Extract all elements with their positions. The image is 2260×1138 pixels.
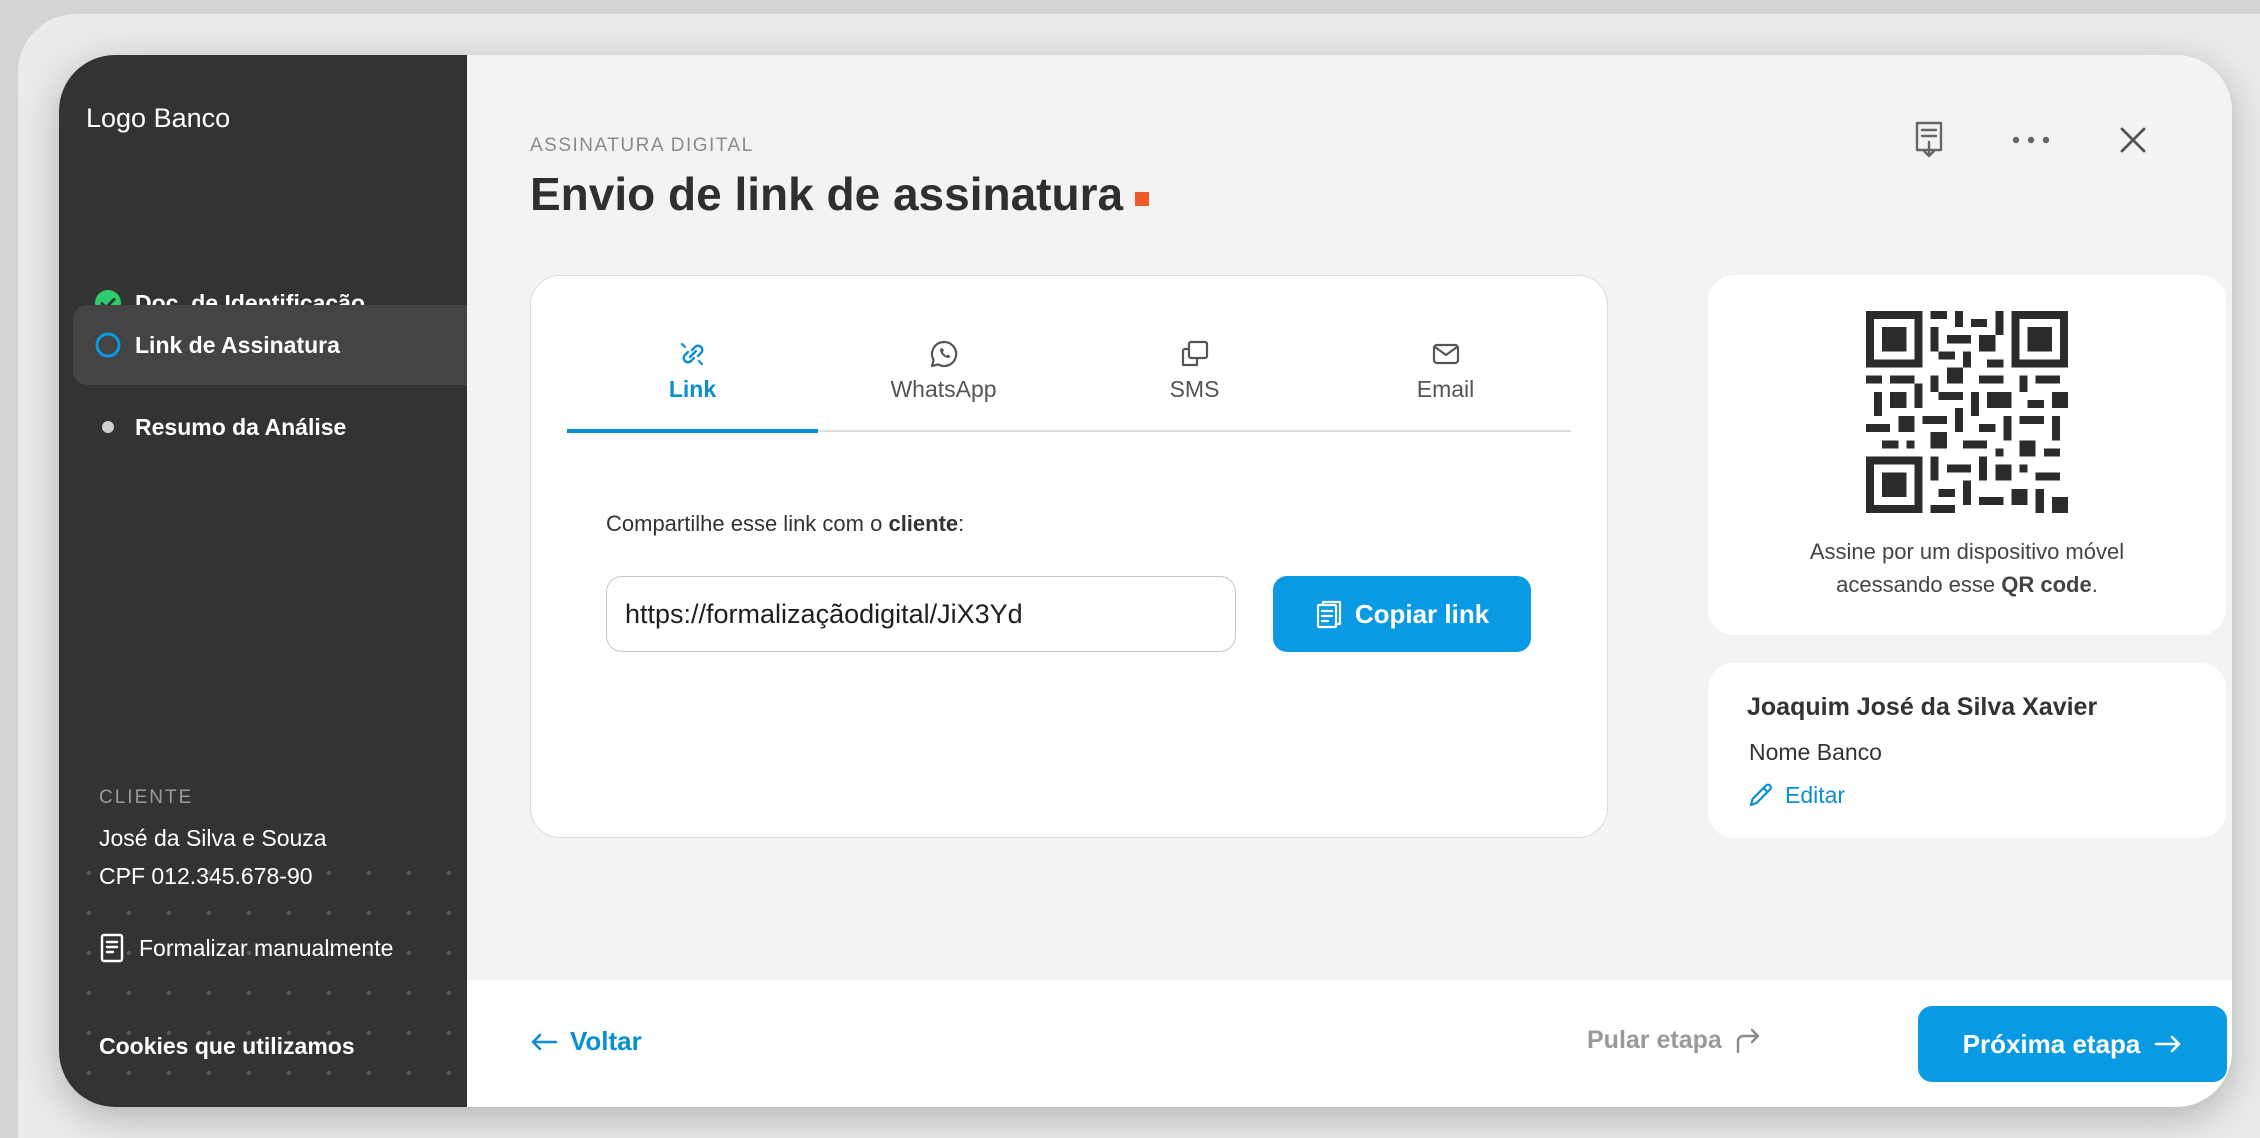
tab-email[interactable]: Email — [1320, 328, 1571, 430]
share-text-prefix: Compartilhe esse link com o — [606, 511, 889, 536]
share-instruction: Compartilhe esse link com o cliente: — [606, 511, 964, 537]
signer-name: Joaquim José da Silva Xavier — [1747, 693, 2098, 721]
tab-sms[interactable]: SMS — [1069, 328, 1320, 430]
document-icon — [100, 933, 124, 963]
edit-signer-link[interactable]: Editar — [1747, 781, 1845, 809]
skip-step-button[interactable]: Pular etapa — [1587, 1026, 1762, 1055]
logo: Logo Banco — [86, 103, 231, 133]
next-label: Próxima etapa — [1962, 1028, 2141, 1059]
share-tabs: Link WhatsApp SMS Email — [567, 328, 1571, 433]
back-label: Voltar — [570, 1026, 642, 1056]
main-content: ASSINATURA DIGITAL Envio de link de assi… — [467, 55, 2232, 1107]
arrow-left-icon — [531, 1033, 558, 1050]
email-icon — [1431, 336, 1461, 372]
edit-label: Editar — [1785, 781, 1846, 808]
title-accent-dot — [1135, 192, 1150, 206]
page-title-text: Envio de link de assinatura — [530, 168, 1124, 220]
top-actions — [1900, 111, 2162, 169]
client-cpf: CPF 012.345.678-90 — [99, 863, 313, 889]
qr-code — [1866, 311, 2068, 513]
tab-link[interactable]: Link — [567, 328, 818, 433]
step-label: Link de Assinatura — [135, 331, 340, 358]
sms-icon — [1180, 336, 1210, 372]
qr-text-bold: QR code — [2001, 572, 2092, 597]
pencil-icon — [1749, 783, 1772, 807]
page-title: Envio de link de assinatura — [530, 167, 1150, 221]
footer-bar: Voltar Pular etapa Próxima etapa — [467, 980, 2232, 1107]
signature-link-field[interactable] — [606, 576, 1236, 652]
link-icon — [678, 336, 708, 372]
client-label: CLIENTE — [99, 787, 194, 808]
signer-bank: Nome Banco — [1749, 739, 1882, 765]
step-label: Resumo da Análise — [135, 413, 347, 440]
tab-whatsapp[interactable]: WhatsApp — [818, 328, 1069, 430]
skip-label: Pular etapa — [1587, 1026, 1722, 1054]
tab-label: Email — [1416, 376, 1475, 402]
qr-instruction: Assine por um dispositivo móvel acessand… — [1708, 535, 2226, 601]
cookies-link[interactable]: Cookies que utilizamos — [99, 1033, 355, 1060]
step-resumo-analise[interactable]: Resumo da Análise — [73, 387, 467, 467]
qr-text-line1: Assine por um dispositivo móvel — [1809, 539, 2125, 564]
share-card: Link WhatsApp SMS Email Compartilhe esse… — [530, 275, 1608, 838]
tab-label: Link — [668, 376, 717, 402]
qr-card: Assine por um dispositivo móvel acessand… — [1708, 275, 2226, 635]
current-step-icon — [95, 332, 121, 358]
tab-label: SMS — [1169, 376, 1220, 402]
signer-card: Joaquim José da Silva Xavier Nome Banco … — [1708, 663, 2226, 838]
download-doc-icon[interactable] — [1900, 111, 1958, 169]
more-icon[interactable] — [2002, 111, 2060, 169]
sidebar: Logo Banco Doc. de Identificação Link de… — [59, 55, 467, 1107]
client-name: José da Silva e Souza — [99, 825, 327, 851]
copy-link-button[interactable]: Copiar link — [1273, 576, 1531, 652]
next-step-button[interactable]: Próxima etapa — [1918, 1006, 2227, 1082]
share-text-suffix: : — [958, 511, 965, 536]
close-icon[interactable] — [2104, 111, 2162, 169]
formalize-manually-link[interactable]: Formalizar manualmente — [99, 933, 393, 963]
qr-text-suffix: . — [2091, 572, 2098, 597]
qr-text-prefix: acessando esse — [1836, 572, 2002, 597]
copy-link-label: Copiar link — [1354, 598, 1490, 629]
back-button[interactable]: Voltar — [530, 1026, 642, 1057]
pending-step-icon — [95, 414, 121, 440]
redo-arrow-icon — [1736, 1028, 1759, 1053]
page-eyebrow: ASSINATURA DIGITAL — [530, 135, 754, 156]
whatsapp-icon — [929, 336, 959, 372]
copy-icon — [1316, 600, 1341, 629]
manual-label: Formalizar manualmente — [139, 934, 394, 961]
tab-label: WhatsApp — [890, 376, 997, 402]
modal-window: Logo Banco Doc. de Identificação Link de… — [59, 55, 2232, 1107]
share-text-bold: cliente — [888, 511, 959, 536]
qr-text-line2: acessando esse QR code. — [1708, 568, 2226, 601]
arrow-right-icon — [2155, 1035, 2181, 1053]
step-link-assinatura[interactable]: Link de Assinatura — [73, 305, 467, 385]
